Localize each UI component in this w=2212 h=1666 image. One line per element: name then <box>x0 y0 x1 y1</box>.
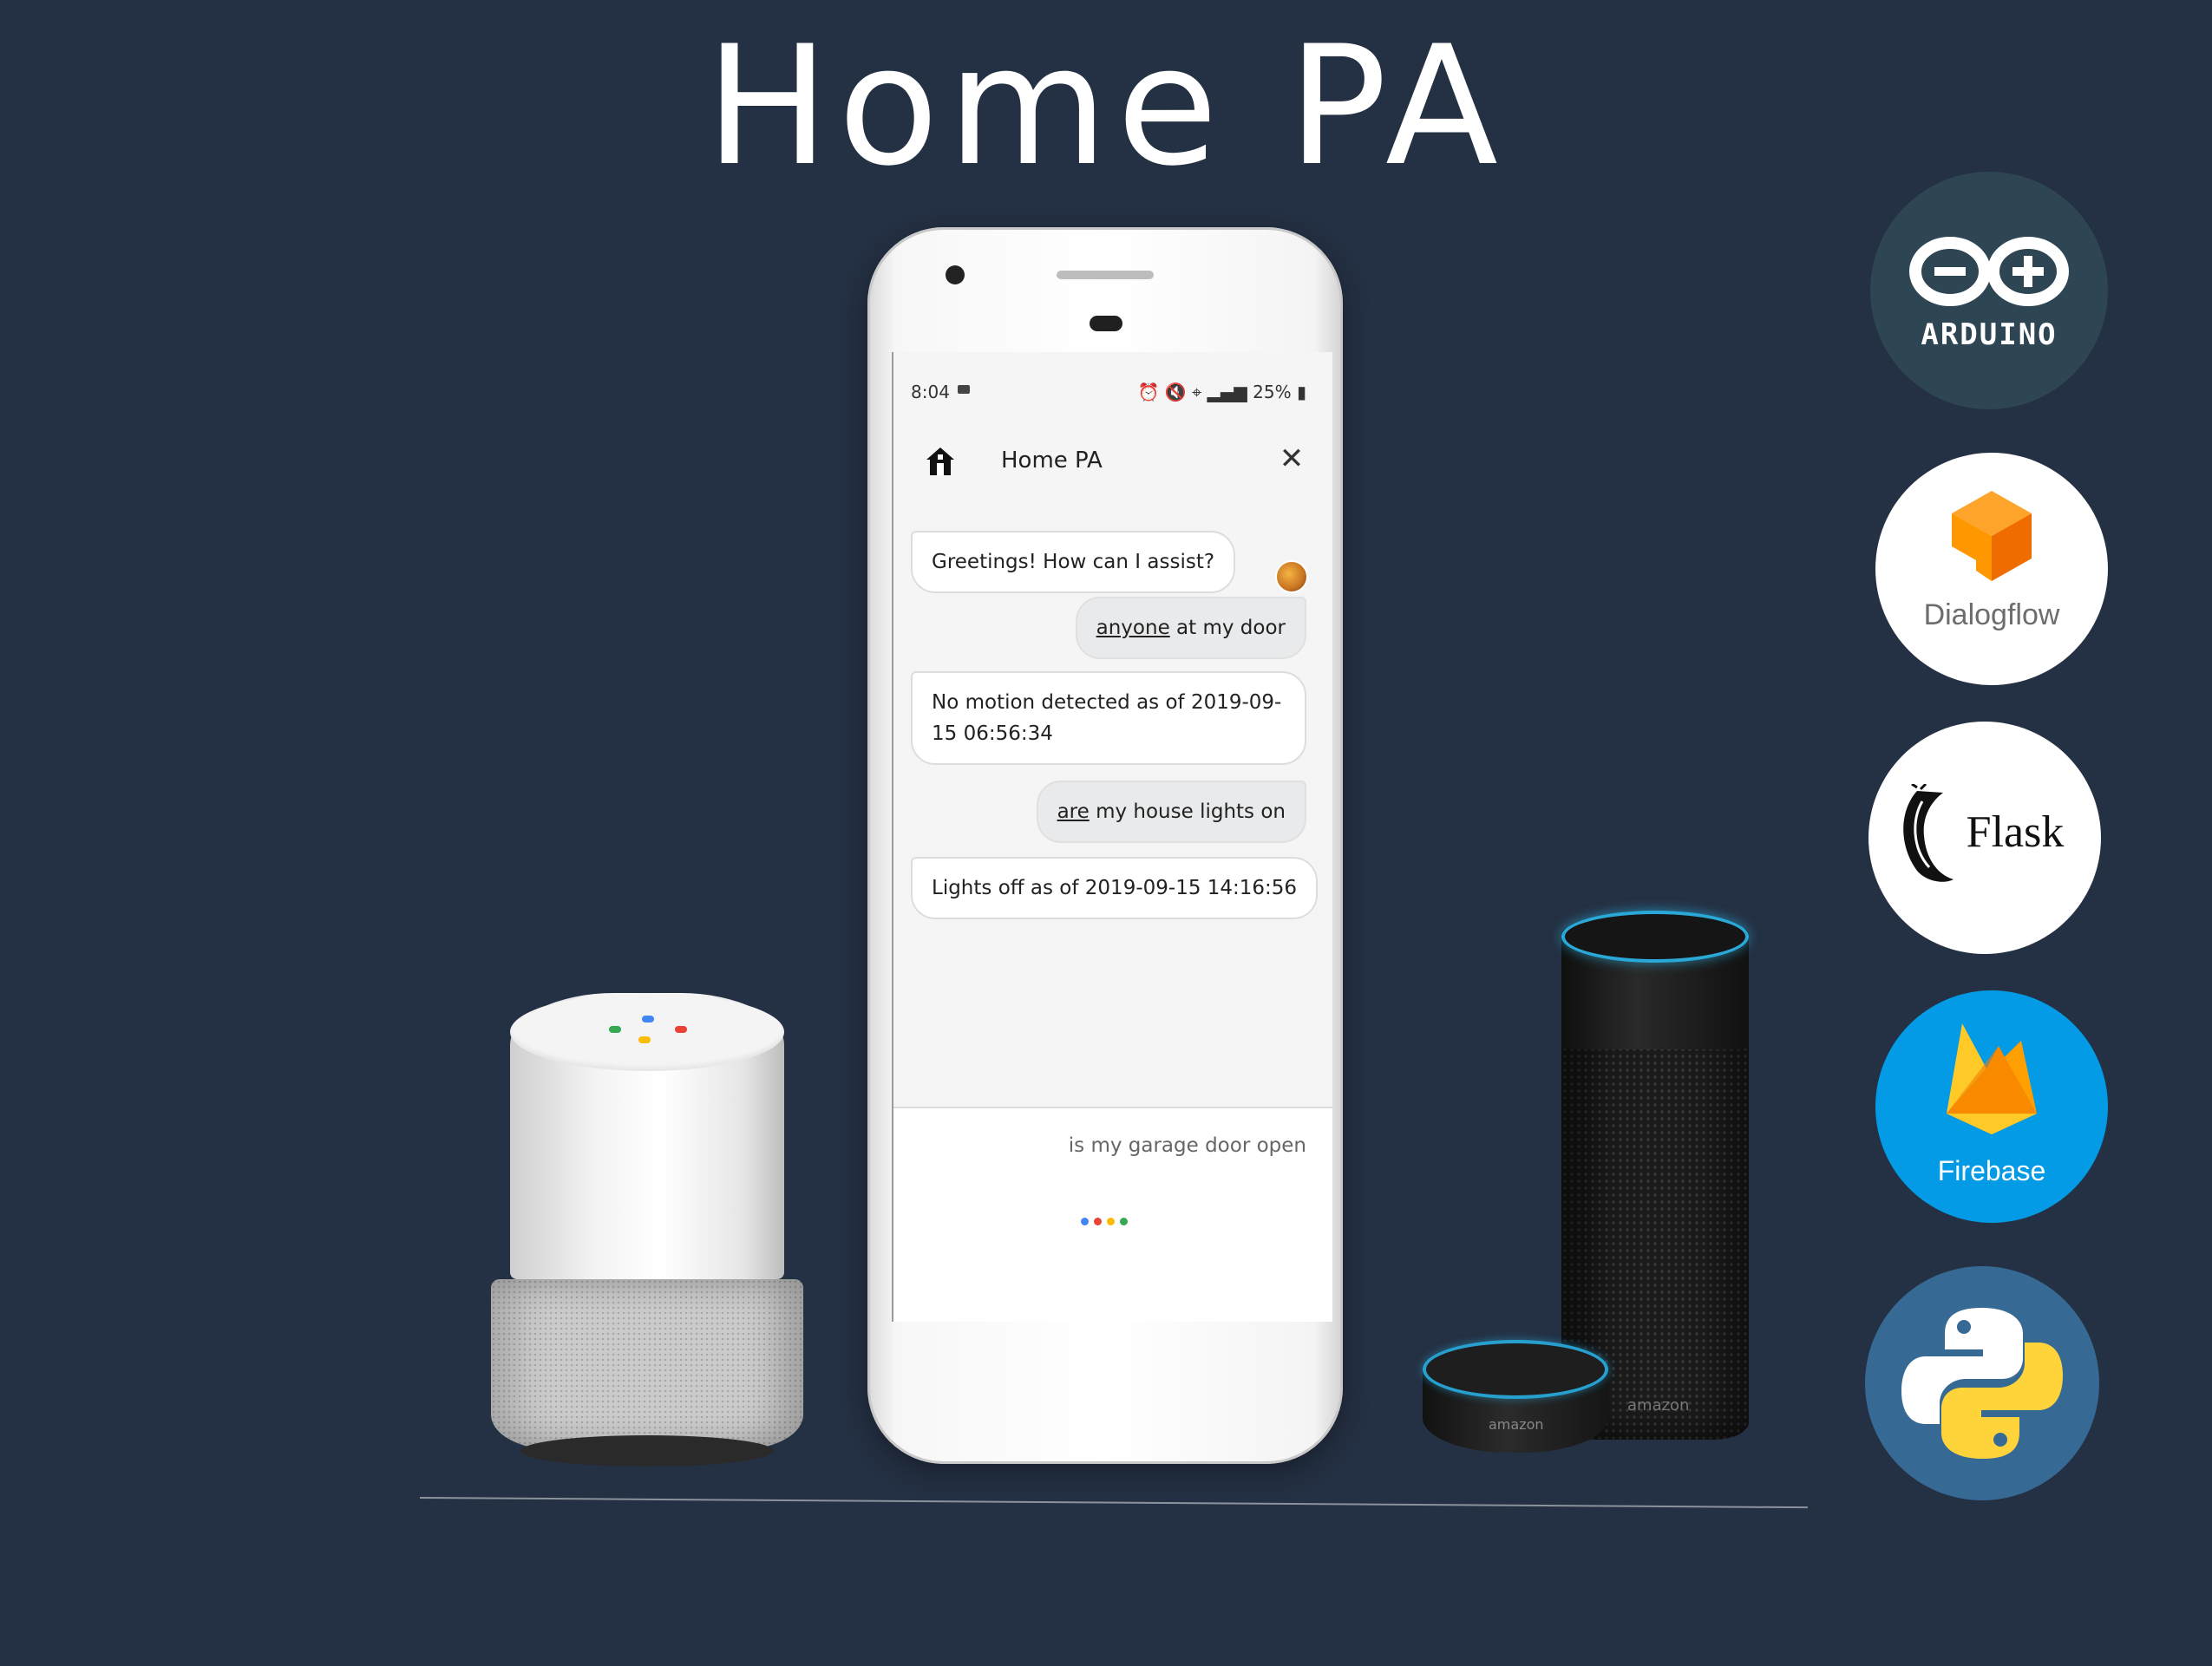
message-text: Lights off as of 2019-09-15 14:16:56 <box>932 877 1298 899</box>
google-home-led-blue <box>642 1016 654 1022</box>
phone-sensor <box>1090 316 1122 331</box>
status-time: 8:04 <box>911 382 950 402</box>
google-home-led-green <box>609 1026 621 1033</box>
battery-level: 25% <box>1253 382 1292 402</box>
message-text: my house lights on <box>1089 800 1286 823</box>
flask-logo: Flask <box>1868 722 2101 954</box>
message-text: Greetings! How can I assist? <box>932 551 1215 573</box>
google-home-led-red <box>675 1026 687 1033</box>
close-icon[interactable]: ✕ <box>1279 444 1305 474</box>
firebase-logo: Firebase <box>1875 990 2108 1223</box>
app-bar: Home PA ✕ <box>893 432 1332 493</box>
dialogflow-cube-icon <box>1952 491 2032 581</box>
assistant-listening-dots-icon[interactable] <box>1081 1218 1128 1225</box>
signal-icon: ▂▄▆ <box>1207 382 1247 402</box>
chat-message-bot: Lights off as of 2019-09-15 14:16:56 <box>911 857 1319 919</box>
echo-dot-brand-label: amazon <box>1489 1416 1544 1433</box>
floor-line <box>419 1497 1808 1509</box>
video-record-icon <box>958 385 970 394</box>
status-bar: 8:04 ⏰ 🔇 ⌖ ▂▄▆ 25% ▮ <box>893 373 1332 408</box>
dot-green <box>1120 1218 1128 1225</box>
voice-query-text: is my garage door open <box>1068 1134 1306 1157</box>
google-home-top <box>510 993 784 1071</box>
python-icon <box>1901 1308 2063 1459</box>
amazon-echo-dot-device: amazon <box>1423 1340 1608 1458</box>
chat-message-user: anyone at my door <box>1075 597 1306 659</box>
arduino-label: ARDUINO <box>1921 317 2058 352</box>
firebase-flame-icon <box>1947 1023 2037 1134</box>
location-icon: ⌖ <box>1192 382 1202 402</box>
chat-message-bot: Greetings! How can I assist? <box>911 531 1236 593</box>
dot-red <box>1094 1218 1102 1225</box>
app-title: Home PA <box>1001 448 1103 474</box>
alarm-icon: ⏰ <box>1137 382 1160 402</box>
firebase-label: Firebase <box>1937 1155 2046 1186</box>
dialogflow-label: Dialogflow <box>1923 598 2060 631</box>
echo-dot-light-ring <box>1423 1340 1608 1399</box>
chat-message-bot: No motion detected as of 2019-09-15 06:5… <box>911 671 1306 765</box>
echo-light-ring <box>1561 911 1749 963</box>
message-suggestion-word[interactable]: are <box>1057 800 1090 823</box>
phone-screen: 8:04 ⏰ 🔇 ⌖ ▂▄▆ 25% ▮ Home PA ✕ Greetings… <box>892 352 1332 1322</box>
phone-speaker <box>1057 271 1154 279</box>
google-home-fabric-base <box>491 1279 803 1449</box>
dot-yellow <box>1107 1218 1115 1225</box>
mute-icon: 🔇 <box>1164 382 1187 402</box>
dot-blue <box>1081 1218 1089 1225</box>
user-avatar <box>1275 560 1308 593</box>
message-text: at my door <box>1169 617 1286 639</box>
google-home-led-yellow <box>638 1036 651 1043</box>
smartphone: 8:04 ⏰ 🔇 ⌖ ▂▄▆ 25% ▮ Home PA ✕ Greetings… <box>867 227 1343 1464</box>
arduino-infinity-icon <box>1909 237 2069 306</box>
flask-label: Flask <box>1966 807 2065 857</box>
dialogflow-logo: Dialogflow <box>1875 453 2108 685</box>
google-home-foot <box>520 1435 774 1467</box>
voice-input-area[interactable]: is my garage door open <box>893 1108 1332 1322</box>
camera-icon <box>946 265 965 284</box>
home-icon[interactable] <box>923 444 958 479</box>
message-suggestion-word[interactable]: anyone <box>1096 617 1170 639</box>
page-title: Home PA <box>705 10 1507 202</box>
echo-brand-label: amazon <box>1627 1396 1690 1414</box>
status-icons: ⏰ 🔇 ⌖ ▂▄▆ 25% ▮ <box>1138 382 1307 402</box>
chat-message-user: are my house lights on <box>1036 781 1306 843</box>
google-home-device <box>486 993 808 1470</box>
arduino-logo: ARDUINO <box>1870 172 2108 409</box>
battery-icon: ▮ <box>1296 382 1306 402</box>
message-text: No motion detected as of 2019-09-15 06:5… <box>932 691 1282 745</box>
python-logo <box>1865 1266 2099 1500</box>
